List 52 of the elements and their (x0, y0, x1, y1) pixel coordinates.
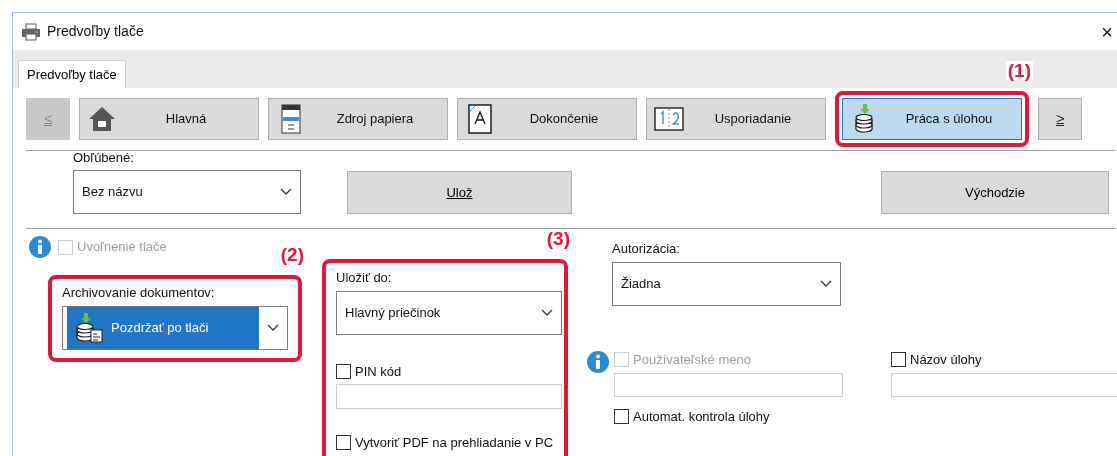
job-name-label: Názov úlohy (910, 350, 982, 369)
chevron-down-icon (820, 279, 832, 288)
document-letter-icon (468, 104, 492, 134)
chevron-down-icon (541, 308, 553, 317)
toolbar-tab[interactable]: Usporiadanie (646, 98, 826, 140)
copier-icon (281, 104, 301, 134)
info-icon (28, 235, 52, 259)
select-value: Žiadna (621, 274, 661, 293)
toolbar-tab[interactable]: Dokončenie (457, 98, 637, 140)
window-title: Predvoľby tlače (47, 22, 144, 41)
database-download-icon (75, 312, 103, 343)
chevron-down-icon (280, 188, 292, 196)
pin-label: PIN kód (355, 362, 402, 381)
favorites-label: Obľúbené: (73, 148, 135, 167)
select-value: Bez názvu (82, 183, 143, 202)
checkbox[interactable] (891, 351, 906, 367)
toolbar-tab[interactable]: Zdroj papiera (268, 98, 448, 140)
select-value: Hlavný priečinok (345, 303, 441, 322)
tab[interactable]: Predvoľby tlače (18, 60, 126, 88)
pdf-label: Vytvoriť PDF na prehliadanie v PC (355, 434, 554, 452)
checkbox[interactable] (614, 409, 629, 425)
auto-check-label: Automat. kontrola úlohy (633, 408, 770, 426)
authorization-dropdown[interactable]: Žiadna (612, 261, 841, 306)
printer-icon (21, 22, 41, 41)
toolbar-tab[interactable]: Práca s úlohou (842, 98, 1022, 140)
house-icon (88, 106, 116, 132)
save-button[interactable]: Ulož (347, 171, 572, 214)
checkbox[interactable] (336, 435, 351, 451)
defaults-button[interactable]: Východzie (881, 171, 1109, 214)
release-label: Uvoľnenie tlače (77, 238, 167, 257)
job-name-input-field[interactable] (891, 373, 1117, 397)
callout-label: (3) (544, 229, 572, 248)
archiving-dropdown[interactable]: Pozdržať po tlači (62, 305, 288, 350)
store-dropdown[interactable]: Hlavný priečinok (336, 290, 562, 335)
checkbox[interactable] (336, 363, 351, 379)
info-icon (586, 349, 610, 374)
two-page-icon (654, 107, 684, 131)
authorization-label: Autorizácia: (612, 240, 681, 258)
user-name-label: Používateľské meno (633, 350, 751, 369)
database-download-icon (854, 104, 876, 134)
favorites-dropdown[interactable]: Bez názvu (73, 170, 301, 214)
toolbar-tab[interactable]: Hlavná (79, 98, 259, 140)
close-button[interactable]: × (1099, 21, 1115, 42)
pin-input-field[interactable] (336, 384, 562, 409)
next-button[interactable]: ≥ (1038, 98, 1082, 140)
archiving-label: Archivovanie dokumentov: (62, 284, 216, 302)
select-value: Pozdržať po tlači (111, 318, 209, 337)
store-label: Uložiť do: (336, 269, 393, 287)
callout-label: (2) (278, 245, 306, 264)
chevron-down-icon (267, 323, 279, 332)
callout-label: (1) (1005, 61, 1033, 80)
user-name-input-field[interactable] (614, 373, 843, 397)
